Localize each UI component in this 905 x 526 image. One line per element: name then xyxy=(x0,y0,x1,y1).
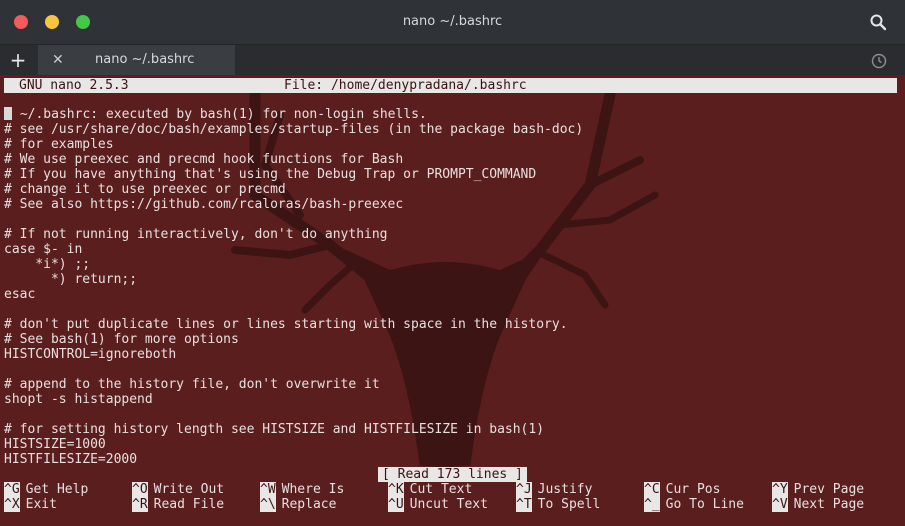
shortcut-next-page[interactable]: ^V Next Page xyxy=(772,497,864,512)
buffer-line: # see /usr/share/doc/bash/examples/start… xyxy=(4,122,584,137)
buffer-line: # for examples xyxy=(4,137,114,152)
buffer-line: *) return;; xyxy=(4,272,138,287)
buffer-line xyxy=(4,407,583,422)
clock-icon[interactable] xyxy=(871,53,887,69)
title-bar: nano ~/.bashrc xyxy=(0,0,905,44)
buffer-line xyxy=(4,302,583,317)
buffer-line: # We use preexec and precmd hook functio… xyxy=(4,152,404,167)
buffer-line: *i*) ;; xyxy=(4,257,91,272)
shortcut-row: ^X Exit ^R Read File ^\ Replace ^U Uncut Tex… xyxy=(4,497,904,512)
shortcut-to-spell[interactable]: ^T To Spell xyxy=(516,497,600,512)
text-cursor xyxy=(4,107,12,120)
tab-label: nano ~/.bashrc xyxy=(95,52,195,67)
buffer-line: HISTFILESIZE=2000 xyxy=(4,452,138,467)
buffer-line: esac xyxy=(4,287,36,302)
window-title: nano ~/.bashrc xyxy=(402,14,503,29)
search-icon[interactable] xyxy=(869,13,887,31)
shortcut-uncut-text[interactable]: ^U Uncut Text xyxy=(388,497,488,512)
close-icon[interactable]: ✕ xyxy=(52,52,64,68)
buffer-line: # change it to use preexec or precmd xyxy=(4,182,286,197)
shortcut-write-out[interactable]: ^O Write Out xyxy=(132,482,224,497)
nano-version: GNU nano 2.5.3 xyxy=(19,78,129,93)
shortcut-exit[interactable]: ^X Exit xyxy=(4,497,57,512)
shortcut-read-file[interactable]: ^R Read File xyxy=(132,497,224,512)
buffer-line: ~/.bashrc: executed by bash(1) for non-l… xyxy=(4,107,583,122)
plus-icon[interactable]: + xyxy=(9,48,27,72)
shortcut-replace[interactable]: ^\ Replace xyxy=(260,497,336,512)
tab-bar: + ✕ nano ~/.bashrc xyxy=(0,44,905,76)
shortcut-cur-pos[interactable]: ^C Cur Pos xyxy=(644,482,720,497)
buffer-line: # If you have anything that's using the … xyxy=(4,167,537,182)
editor-buffer[interactable]: ~/.bashrc: executed by bash(1) for non-l… xyxy=(4,107,583,467)
terminal-area[interactable]: GNU nano 2.5.3 File: /home/denypradana/.… xyxy=(0,75,905,526)
shortcut-row: ^G Get Help ^O Write Out ^W Where Is ^K Cut … xyxy=(4,482,904,497)
shortcut-justify[interactable]: ^J Justify xyxy=(516,482,592,497)
terminal-window: nano ~/.bashrc + ✕ nano ~/.bashrc GNU na… xyxy=(0,0,905,526)
buffer-line: # don't put duplicate lines or lines sta… xyxy=(4,317,568,332)
buffer-line xyxy=(4,212,583,227)
buffer-line: # for setting history length see HISTSIZ… xyxy=(4,422,545,437)
shortcut-go-to-line[interactable]: ^_ Go To Line xyxy=(644,497,744,512)
buffer-line: shopt -s histappend xyxy=(4,392,153,407)
buffer-line: HISTCONTROL=ignoreboth xyxy=(4,347,177,362)
shortcut-prev-page[interactable]: ^Y Prev Page xyxy=(772,482,864,497)
buffer-line: case $- in xyxy=(4,242,83,257)
buffer-line xyxy=(4,362,583,377)
shortcut-where-is[interactable]: ^W Where Is xyxy=(260,482,344,497)
shortcut-cut-text[interactable]: ^K Cut Text xyxy=(388,482,472,497)
buffer-line: HISTSIZE=1000 xyxy=(4,437,106,452)
buffer-line: # append to the history file, don't over… xyxy=(4,377,380,392)
file-path: File: /home/denypradana/.bashrc xyxy=(284,78,527,93)
tab-bashrc[interactable]: ✕ nano ~/.bashrc xyxy=(38,45,235,76)
shortcut-get-help[interactable]: ^G Get Help xyxy=(4,482,88,497)
buffer-line: # See also https://github.com/rcaloras/b… xyxy=(4,197,404,212)
shortcut-bar: ^G Get Help ^O Write Out ^W Where Is ^K Cut … xyxy=(4,482,904,512)
buffer-line: # See bash(1) for more options xyxy=(4,332,239,347)
buffer-line: # If not running interactively, don't do… xyxy=(4,227,388,242)
nano-header: GNU nano 2.5.3 File: /home/denypradana/.… xyxy=(4,78,897,93)
status-message: [ Read 173 lines ] xyxy=(378,467,527,482)
